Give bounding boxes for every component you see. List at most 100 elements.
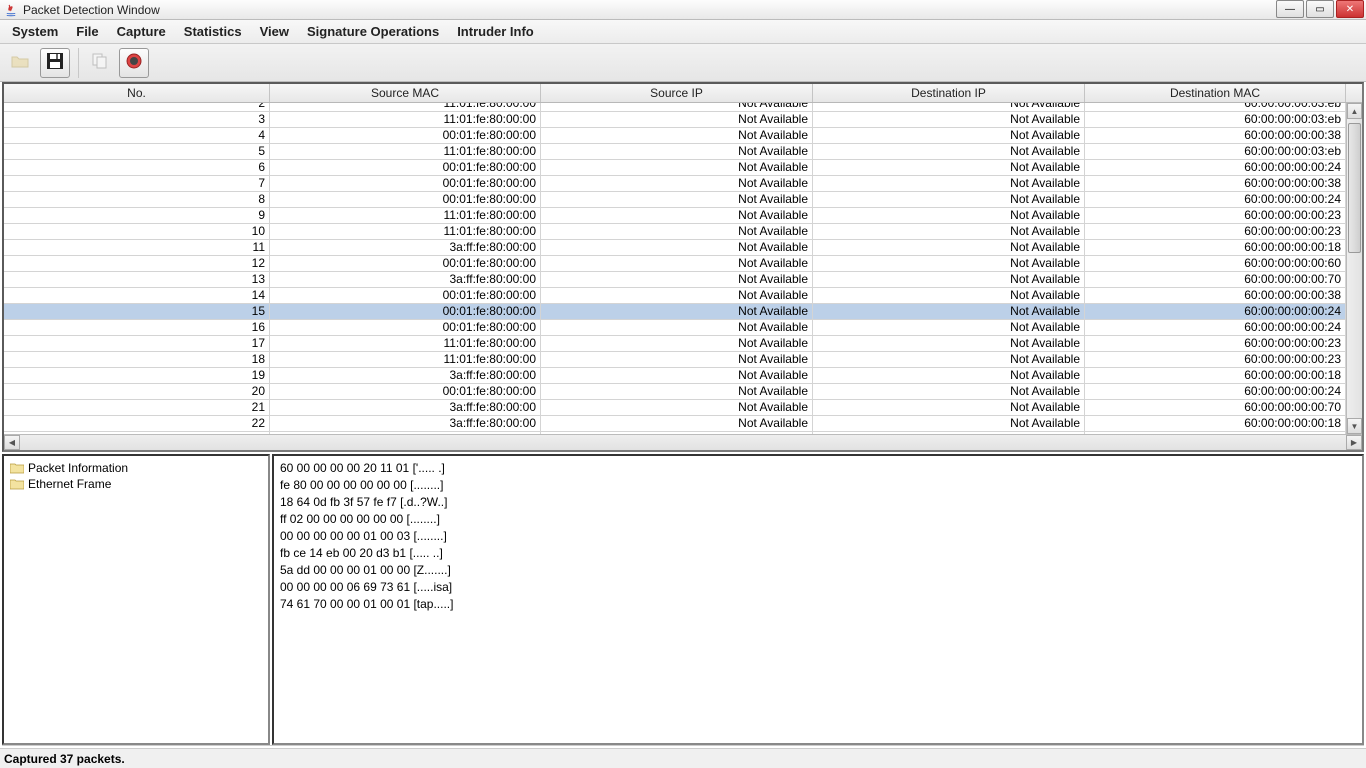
cell-dip: Not Available [813, 336, 1085, 351]
table-row[interactable]: 223a:ff:fe:80:00:00Not AvailableNot Avai… [4, 416, 1346, 432]
toolbar [0, 44, 1366, 82]
table-row[interactable]: 113a:ff:fe:80:00:00Not AvailableNot Avai… [4, 240, 1346, 256]
cell-dip: Not Available [813, 144, 1085, 159]
menu-capture[interactable]: Capture [109, 22, 174, 41]
scroll-left-arrow[interactable]: ◀ [4, 435, 20, 450]
cell-dmac: 60:00:00:00:00:24 [1085, 192, 1346, 207]
cell-no: 20 [4, 384, 270, 399]
cell-no: 9 [4, 208, 270, 223]
cell-sip: Not Available [541, 224, 813, 239]
close-button[interactable]: ✕ [1336, 0, 1364, 18]
open-button[interactable] [6, 48, 36, 78]
scroll-thumb[interactable] [1348, 123, 1361, 253]
hex-dump[interactable]: 60 00 00 00 00 20 11 01 ['..... .]fe 80 … [272, 454, 1364, 745]
table-row[interactable]: 133a:ff:fe:80:00:00Not AvailableNot Avai… [4, 272, 1346, 288]
table-row[interactable]: 311:01:fe:80:00:00Not AvailableNot Avail… [4, 112, 1346, 128]
cell-no: 5 [4, 144, 270, 159]
cell-no: 8 [4, 192, 270, 207]
table-row[interactable]: 1811:01:fe:80:00:00Not AvailableNot Avai… [4, 352, 1346, 368]
cell-dmac: 60:00:00:00:00:23 [1085, 224, 1346, 239]
menu-system[interactable]: System [4, 22, 66, 41]
cell-no: 12 [4, 256, 270, 271]
vertical-scrollbar[interactable]: ▲ ▼ [1346, 103, 1362, 434]
capture-stop-button[interactable] [119, 48, 149, 78]
cell-dmac: 60:00:00:00:00:24 [1085, 320, 1346, 335]
header-source-ip[interactable]: Source IP [541, 84, 813, 102]
hex-line: 60 00 00 00 00 20 11 01 ['..... .] [280, 460, 1356, 477]
hex-line: 18 64 0d fb 3f 57 fe f7 [.d..?W..] [280, 494, 1356, 511]
tree-packet-information[interactable]: Packet Information [8, 460, 264, 476]
cell-smac: 11:01:fe:80:00:00 [270, 352, 541, 367]
tree-label: Ethernet Frame [28, 477, 111, 491]
cell-dip: Not Available [813, 400, 1085, 415]
table-row[interactable]: 511:01:fe:80:00:00Not AvailableNot Avail… [4, 144, 1346, 160]
cell-sip: Not Available [541, 192, 813, 207]
cell-smac: 11:01:fe:80:00:00 [270, 144, 541, 159]
tree-ethernet-frame[interactable]: Ethernet Frame [8, 476, 264, 492]
cell-smac: 3a:ff:fe:80:00:00 [270, 416, 541, 431]
cell-dmac: 60:00:00:00:00:18 [1085, 368, 1346, 383]
cell-no: 2 [4, 103, 270, 111]
menu-file[interactable]: File [68, 22, 106, 41]
copy-button[interactable] [85, 48, 115, 78]
cell-dip: Not Available [813, 128, 1085, 143]
title-bar: Packet Detection Window — ▭ ✕ [0, 0, 1366, 20]
cell-smac: 00:01:fe:80:00:00 [270, 256, 541, 271]
cell-dip: Not Available [813, 160, 1085, 175]
maximize-button[interactable]: ▭ [1306, 0, 1334, 18]
header-no[interactable]: No. [4, 84, 270, 102]
cell-no: 11 [4, 240, 270, 255]
table-row[interactable]: 211:01:fe:80:00:00Not AvailableNot Avail… [4, 103, 1346, 112]
table-row[interactable]: 800:01:fe:80:00:00Not AvailableNot Avail… [4, 192, 1346, 208]
table-row[interactable]: 911:01:fe:80:00:00Not AvailableNot Avail… [4, 208, 1346, 224]
java-icon [4, 3, 18, 17]
cell-dmac: 60:00:00:00:00:23 [1085, 208, 1346, 223]
menu-signature-operations[interactable]: Signature Operations [299, 22, 447, 41]
floppy-disk-icon [46, 52, 64, 73]
table-row[interactable]: 700:01:fe:80:00:00Not AvailableNot Avail… [4, 176, 1346, 192]
hex-line: fe 80 00 00 00 00 00 00 [........] [280, 477, 1356, 494]
cell-dip: Not Available [813, 352, 1085, 367]
tree-label: Packet Information [28, 461, 128, 475]
cell-dmac: 60:00:00:00:00:23 [1085, 336, 1346, 351]
table-row[interactable]: 1200:01:fe:80:00:00Not AvailableNot Avai… [4, 256, 1346, 272]
save-button[interactable] [40, 48, 70, 78]
cell-sip: Not Available [541, 112, 813, 127]
cell-dmac: 60:00:00:00:00:38 [1085, 128, 1346, 143]
scroll-right-arrow[interactable]: ▶ [1346, 435, 1362, 450]
table-body[interactable]: 211:01:fe:80:00:00Not AvailableNot Avail… [4, 103, 1346, 434]
cell-no: 16 [4, 320, 270, 335]
menu-intruder-info[interactable]: Intruder Info [449, 22, 542, 41]
cell-dip: Not Available [813, 272, 1085, 287]
table-row[interactable]: 1500:01:fe:80:00:00Not AvailableNot Avai… [4, 304, 1346, 320]
hex-line: 00 00 00 00 00 01 00 03 [........] [280, 528, 1356, 545]
horizontal-scrollbar[interactable]: ◀ ▶ [4, 434, 1362, 450]
scroll-down-arrow[interactable]: ▼ [1347, 418, 1362, 434]
cell-no: 17 [4, 336, 270, 351]
table-row[interactable]: 600:01:fe:80:00:00Not AvailableNot Avail… [4, 160, 1346, 176]
table-row[interactable]: 400:01:fe:80:00:00Not AvailableNot Avail… [4, 128, 1346, 144]
header-source-mac[interactable]: Source MAC [270, 84, 541, 102]
scroll-up-arrow[interactable]: ▲ [1347, 103, 1362, 119]
menu-bar: System File Capture Statistics View Sign… [0, 20, 1366, 44]
header-destination-ip[interactable]: Destination IP [813, 84, 1085, 102]
table-row[interactable]: 1400:01:fe:80:00:00Not AvailableNot Avai… [4, 288, 1346, 304]
cell-dip: Not Available [813, 416, 1085, 431]
menu-statistics[interactable]: Statistics [176, 22, 250, 41]
cell-dmac: 60:00:00:00:00:24 [1085, 384, 1346, 399]
table-row[interactable]: 1711:01:fe:80:00:00Not AvailableNot Avai… [4, 336, 1346, 352]
table-row[interactable]: 193a:ff:fe:80:00:00Not AvailableNot Avai… [4, 368, 1346, 384]
cell-smac: 00:01:fe:80:00:00 [270, 384, 541, 399]
header-destination-mac[interactable]: Destination MAC [1085, 84, 1346, 102]
table-row[interactable]: 1011:01:fe:80:00:00Not AvailableNot Avai… [4, 224, 1346, 240]
cell-sip: Not Available [541, 128, 813, 143]
cell-no: 14 [4, 288, 270, 303]
cell-sip: Not Available [541, 304, 813, 319]
table-row[interactable]: 213a:ff:fe:80:00:00Not AvailableNot Avai… [4, 400, 1346, 416]
table-row[interactable]: 2000:01:fe:80:00:00Not AvailableNot Avai… [4, 384, 1346, 400]
packet-tree[interactable]: Packet Information Ethernet Frame [2, 454, 270, 745]
menu-view[interactable]: View [252, 22, 297, 41]
cell-smac: 3a:ff:fe:80:00:00 [270, 240, 541, 255]
minimize-button[interactable]: — [1276, 0, 1304, 18]
table-row[interactable]: 1600:01:fe:80:00:00Not AvailableNot Avai… [4, 320, 1346, 336]
